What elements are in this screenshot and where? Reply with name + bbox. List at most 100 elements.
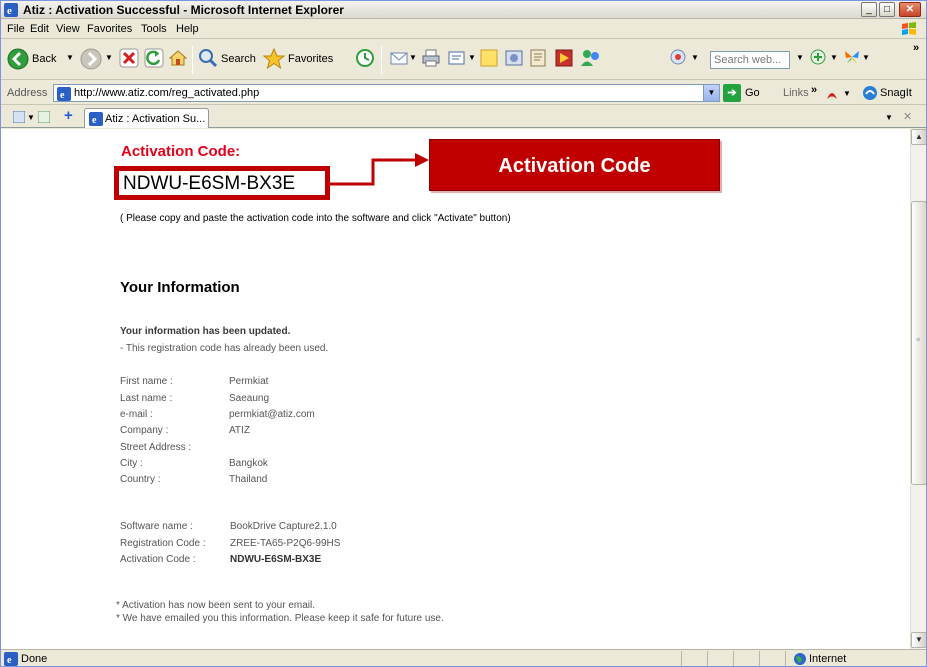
footnote-sent: * Activation has now been sent to your e… — [116, 600, 316, 611]
callout-arrow-icon — [330, 153, 429, 186]
favorites-star-icon[interactable] — [263, 48, 285, 70]
menu-tools[interactable]: Tools — [141, 23, 167, 35]
tab-bar: ▼ + e Atiz : Activation Su... ▼ ✕ — [1, 106, 926, 128]
favorites-center-icon[interactable] — [13, 111, 25, 123]
software-name-value: BookDrive Capture2.1.0 — [230, 521, 337, 532]
scroll-down-button[interactable]: ▼ — [911, 632, 926, 648]
add-icon[interactable] — [809, 48, 827, 66]
registration-code-label: Registration Code : — [120, 538, 206, 549]
email-label: e-mail : — [120, 409, 153, 420]
media-icon[interactable] — [554, 48, 574, 68]
search-button-label[interactable]: Search — [221, 53, 256, 65]
your-information-heading: Your Information — [120, 279, 240, 296]
chevron-down-icon[interactable]: ▼ — [409, 53, 417, 62]
browser-window: e Atiz : Activation Successful - Microso… — [0, 0, 927, 667]
snagit-icon[interactable] — [862, 85, 878, 101]
scroll-thumb[interactable]: ≡ — [911, 201, 926, 485]
svg-text:e: e — [7, 5, 12, 17]
copy-instructions: ( Please copy and paste the activation c… — [120, 213, 511, 224]
status-divider — [785, 651, 786, 666]
mail-icon[interactable] — [389, 48, 409, 68]
company-label: Company : — [120, 425, 169, 436]
messenger-icon[interactable] — [504, 48, 524, 68]
butterfly-icon[interactable] — [843, 48, 861, 66]
add-to-favorites-icon[interactable] — [38, 111, 50, 123]
acrobat-icon[interactable] — [824, 85, 840, 101]
chevron-down-icon[interactable]: ▼ — [843, 89, 851, 98]
web-search-input[interactable]: Search web... — [710, 51, 790, 69]
status-divider — [759, 651, 760, 666]
address-dropdown-button[interactable]: ▼ — [703, 85, 719, 101]
chevron-down-icon[interactable]: ▼ — [27, 113, 35, 122]
research-icon[interactable] — [528, 48, 548, 68]
history-icon[interactable] — [355, 48, 375, 68]
links-label[interactable]: Links — [783, 87, 809, 99]
ie-logo-icon: e — [4, 3, 18, 17]
first-name-value: Permkiat — [229, 376, 269, 387]
menu-view[interactable]: View — [56, 23, 80, 35]
note-icon[interactable] — [479, 48, 499, 68]
last-name-label: Last name : — [120, 393, 173, 404]
address-url[interactable]: http://www.atiz.com/reg_activated.php — [74, 87, 259, 99]
country-value: Thailand — [229, 474, 268, 485]
chevron-down-icon[interactable]: ▼ — [830, 53, 838, 62]
go-arrow-icon[interactable]: ➔ — [723, 84, 741, 102]
back-label[interactable]: Back — [32, 53, 56, 65]
go-button-label[interactable]: Go — [745, 87, 760, 99]
search-engine-icon[interactable] — [669, 48, 687, 66]
window-title: Atiz : Activation Successful - Microsoft… — [23, 3, 344, 17]
tab-atiz-activation[interactable]: e Atiz : Activation Su... — [84, 108, 209, 128]
svg-text:e: e — [7, 655, 12, 666]
vertical-scrollbar[interactable]: ▲ ≡ ▼ — [910, 129, 926, 649]
menu-file[interactable]: File — [7, 23, 25, 35]
activation-code-label: Activation Code : — [120, 554, 196, 565]
home-icon[interactable] — [168, 48, 188, 68]
software-name-label: Software name : — [120, 521, 193, 532]
activation-code-value: NDWU-E6SM-BX3E — [123, 173, 296, 194]
menu-edit[interactable]: Edit — [30, 23, 49, 35]
search-icon[interactable] — [198, 48, 218, 68]
scroll-up-button[interactable]: ▲ — [911, 129, 926, 145]
ie-page-icon: e — [89, 112, 103, 126]
city-value: Bangkok — [229, 458, 268, 469]
toolbar-separator — [192, 46, 193, 74]
menu-bar: File Edit View Favorites Tools Help — [1, 20, 926, 39]
print-icon[interactable] — [421, 48, 441, 68]
back-arrow-icon[interactable] — [7, 48, 29, 70]
address-input[interactable]: e http://www.atiz.com/reg_activated.php … — [53, 84, 720, 102]
maximize-button[interactable]: □ — [879, 2, 895, 17]
close-tab-icon[interactable]: ✕ — [903, 110, 912, 123]
status-text: Done — [21, 653, 48, 665]
chevron-down-icon[interactable]: ▼ — [468, 53, 476, 62]
company-value: ATIZ — [229, 425, 250, 436]
stop-icon[interactable] — [119, 48, 139, 68]
chevron-down-icon[interactable]: ▼ — [862, 53, 870, 62]
chevron-down-icon[interactable]: ▼ — [105, 53, 113, 62]
toolbar-overflow-icon[interactable]: » — [913, 42, 919, 54]
code-used-text: - This registration code has already bee… — [120, 343, 329, 354]
status-divider — [681, 651, 682, 666]
minimize-button[interactable]: _ — [861, 2, 877, 17]
edit-icon[interactable] — [447, 48, 467, 68]
menu-favorites[interactable]: Favorites — [87, 23, 132, 35]
chevron-down-icon[interactable]: ▼ — [66, 53, 74, 62]
close-button[interactable]: ✕ — [899, 2, 921, 17]
favorites-button-label[interactable]: Favorites — [288, 53, 333, 65]
globe-icon — [794, 653, 806, 665]
snagit-text[interactable]: SnagIt — [880, 87, 912, 99]
callout-label: Activation Code — [498, 155, 651, 177]
new-tab-plus-icon[interactable]: + — [64, 107, 73, 124]
tab-list-chevron-icon[interactable]: ▼ — [885, 113, 893, 122]
chevron-down-icon[interactable]: ▼ — [691, 53, 699, 62]
people-icon[interactable] — [580, 48, 602, 68]
chevron-down-icon[interactable]: ▼ — [796, 53, 804, 62]
menu-help[interactable]: Help — [176, 23, 199, 35]
refresh-icon[interactable] — [144, 48, 164, 68]
windows-flag-icon — [902, 22, 916, 35]
page-icon: e — [57, 87, 71, 101]
svg-text:e: e — [60, 90, 65, 101]
status-divider — [707, 651, 708, 666]
address-label: Address — [7, 87, 48, 99]
toolbar: Back ▼ ▼ Search Favorites ▼ ▼ ▼ Search w… — [1, 40, 926, 80]
forward-arrow-icon[interactable] — [80, 48, 102, 70]
